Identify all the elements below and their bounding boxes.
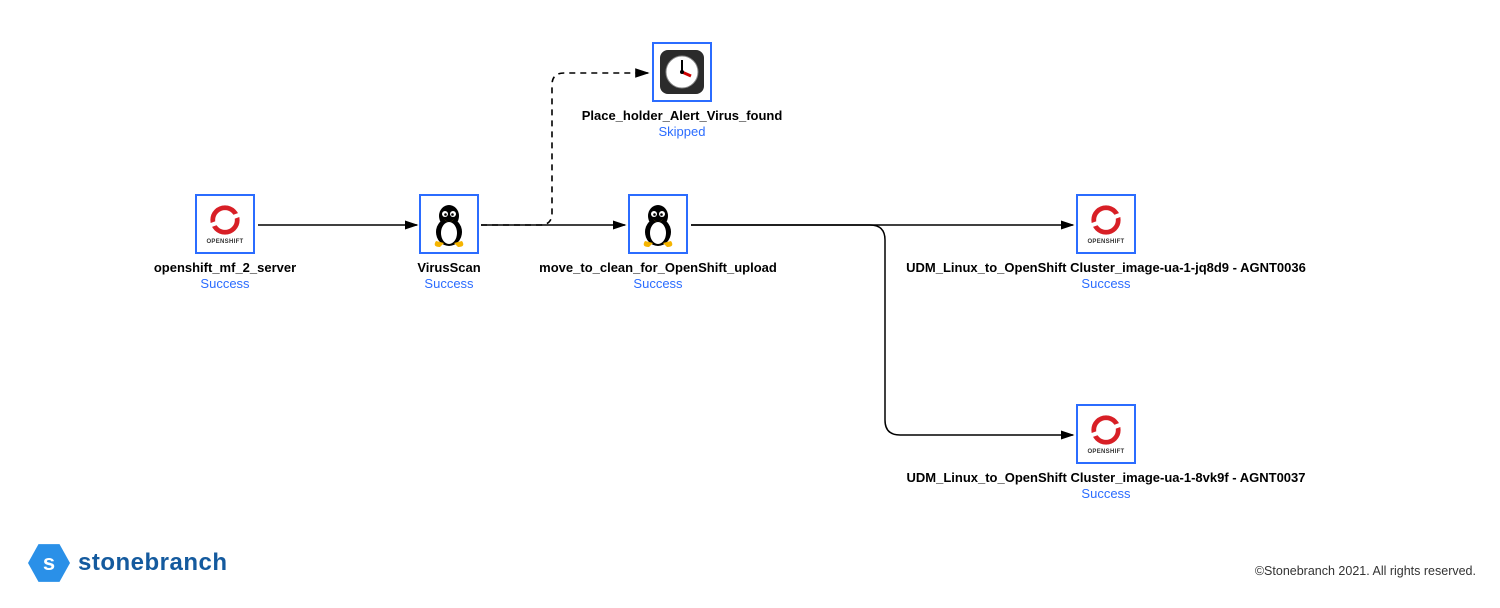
node-box (628, 194, 688, 254)
node-label: VirusScan (417, 260, 480, 275)
node-box: OPENSHIFT (195, 194, 255, 254)
node-box (419, 194, 479, 254)
openshift-word: OPENSHIFT (206, 239, 243, 245)
copyright-text: ©Stonebranch 2021. All rights reserved. (1255, 564, 1476, 578)
node-box (652, 42, 712, 102)
workflow-canvas: Place_holder_Alert_Virus_found Skipped O… (0, 0, 1500, 608)
linux-icon (424, 199, 474, 249)
node-box: OPENSHIFT (1076, 404, 1136, 464)
node-status: Success (633, 276, 682, 291)
logo-letter: s (43, 550, 55, 576)
connectors-layer (0, 0, 1500, 608)
node-openshift-mf2-server[interactable]: OPENSHIFT openshift_mf_2_server Success (165, 194, 285, 291)
openshift-icon (1089, 413, 1123, 447)
node-status: Success (424, 276, 473, 291)
node-status: Success (200, 276, 249, 291)
logo-hex-icon: s (28, 542, 70, 584)
node-label: Place_holder_Alert_Virus_found (582, 108, 783, 123)
node-udm-linux-openshift-1[interactable]: OPENSHIFT UDM_Linux_to_OpenShift Cluster… (1046, 194, 1166, 291)
node-status: Success (1081, 486, 1130, 501)
node-label: UDM_Linux_to_OpenShift Cluster_image-ua-… (907, 470, 1306, 485)
node-status: Success (1081, 276, 1130, 291)
linux-icon (633, 199, 683, 249)
node-virusscan[interactable]: VirusScan Success (389, 194, 509, 291)
node-move-to-clean[interactable]: move_to_clean_for_OpenShift_upload Succe… (598, 194, 718, 291)
node-alert-virus-found[interactable]: Place_holder_Alert_Virus_found Skipped (622, 42, 742, 139)
node-box: OPENSHIFT (1076, 194, 1136, 254)
node-label: openshift_mf_2_server (154, 260, 296, 275)
node-label: move_to_clean_for_OpenShift_upload (539, 260, 777, 275)
node-udm-linux-openshift-2[interactable]: OPENSHIFT UDM_Linux_to_OpenShift Cluster… (1046, 404, 1166, 501)
brand-logo: s stonebranch (28, 542, 228, 584)
node-status: Skipped (659, 124, 706, 139)
openshift-icon (208, 203, 242, 237)
logo-text: stonebranch (78, 549, 228, 577)
openshift-word: OPENSHIFT (1087, 239, 1124, 245)
clock-icon (657, 47, 707, 97)
node-label: UDM_Linux_to_OpenShift Cluster_image-ua-… (906, 260, 1306, 275)
openshift-word: OPENSHIFT (1087, 449, 1124, 455)
openshift-icon (1089, 203, 1123, 237)
